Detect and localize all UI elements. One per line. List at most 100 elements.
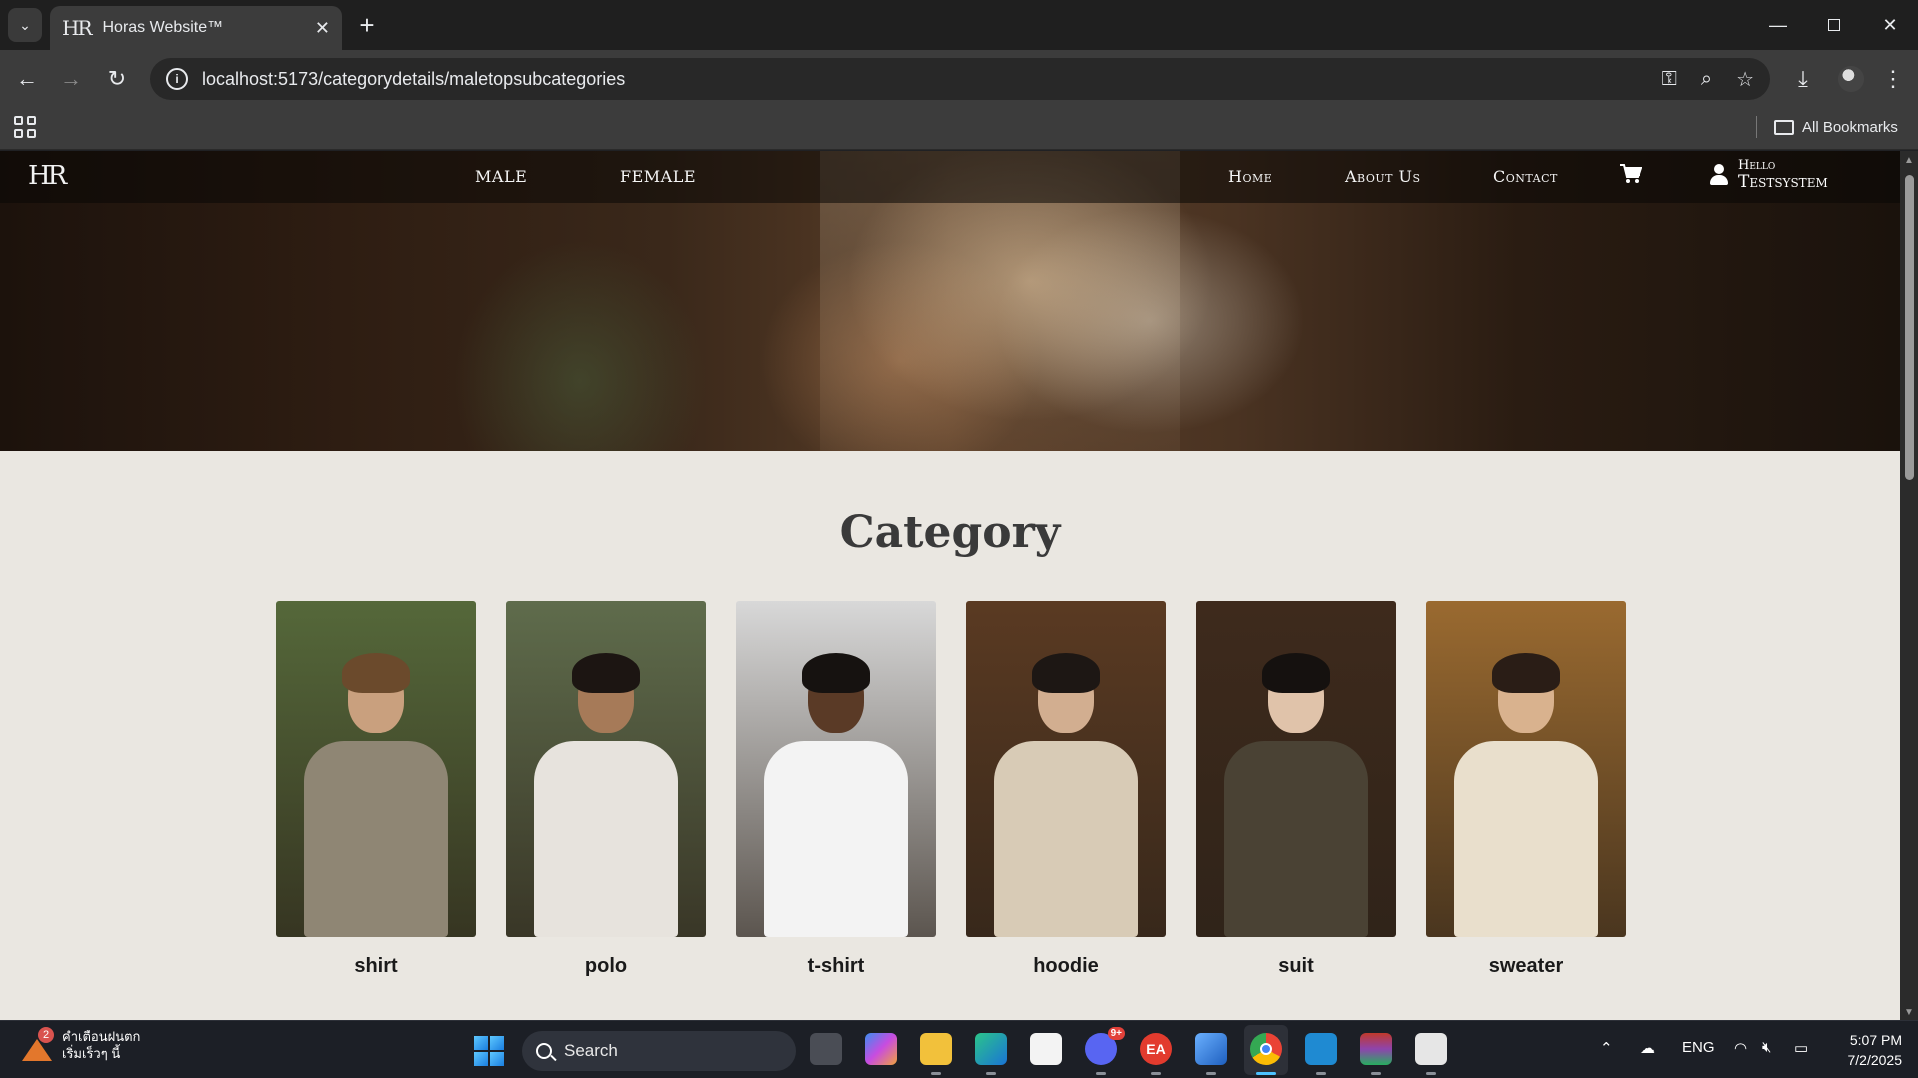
clock-time: 5:07 PM	[1849, 1032, 1902, 1048]
category-image[interactable]	[506, 601, 706, 937]
minimize-button[interactable]: —	[1750, 0, 1806, 50]
category-card[interactable]: t-shirt	[736, 601, 936, 978]
site-logo[interactable]: HR	[28, 161, 67, 191]
weather-line-2: เริ่มเร็วๆ นี้	[62, 1046, 121, 1061]
battery-icon[interactable]: ▭	[1794, 1039, 1808, 1057]
zoom-icon[interactable]: ⌕	[1701, 68, 1712, 91]
chrome-icon[interactable]	[1250, 1033, 1282, 1075]
page-scrollbar[interactable]: ▲ ▼	[1900, 151, 1918, 1020]
nav-link-female[interactable]: FEMALE	[620, 167, 696, 186]
chevron-up-icon[interactable]: ⌃	[1600, 1039, 1613, 1057]
scroll-down-icon[interactable]: ▼	[1903, 1007, 1915, 1018]
photos-icon[interactable]	[1195, 1033, 1227, 1075]
address-bar[interactable]: i localhost:5173/categorydetails/maletop…	[150, 58, 1770, 100]
edge-icon[interactable]	[975, 1033, 1007, 1075]
category-image[interactable]	[966, 601, 1166, 937]
tab-strip: ⌄ HR Horas Website™ ✕ + — ✕	[0, 0, 1918, 50]
key-icon[interactable]: ⚿	[1662, 68, 1677, 91]
forward-button[interactable]: →	[54, 62, 88, 96]
category-image[interactable]	[1196, 601, 1396, 937]
category-image[interactable]	[736, 601, 936, 937]
category-label[interactable]: t-shirt	[736, 955, 936, 978]
ea-label: EA	[1146, 1041, 1166, 1057]
model-figure	[1224, 741, 1368, 937]
nav-link-home[interactable]: Home	[1228, 167, 1272, 186]
snipping-tool-icon[interactable]	[1415, 1033, 1447, 1075]
profile-button[interactable]	[1834, 62, 1868, 96]
site-navbar: HR MALE FEMALE Home About Us Contact Hel…	[0, 151, 1900, 203]
weather-warning-icon: 2	[20, 1027, 54, 1063]
category-label[interactable]: sweater	[1426, 955, 1626, 978]
category-card[interactable]: suit	[1196, 601, 1396, 978]
model-hair	[1032, 653, 1100, 693]
more-vert-icon: ⋮	[1882, 66, 1904, 91]
category-card[interactable]: shirt	[276, 601, 476, 978]
menu-button[interactable]: ⋮	[1876, 62, 1910, 96]
speaker-muted-icon[interactable]: 🔇︎	[1762, 1039, 1771, 1056]
restore-button[interactable]	[1806, 0, 1862, 50]
download-icon: ⤓	[1798, 66, 1808, 91]
category-card[interactable]: sweater	[1426, 601, 1626, 978]
category-card[interactable]: hoodie	[966, 601, 1166, 978]
weather-widget[interactable]: 2 คำเตือนฝนตก เริ่มเร็วๆ นี้	[20, 1027, 141, 1063]
close-icon[interactable]: ✕	[315, 18, 330, 39]
category-grid: shirt polo t-shirt hoodie suit sweater	[276, 601, 1626, 978]
category-image[interactable]	[276, 601, 476, 937]
cloud-off-icon[interactable]: ☁	[1640, 1039, 1655, 1057]
ea-app-icon[interactable]: EA	[1140, 1033, 1172, 1075]
star-icon[interactable]: ☆	[1736, 67, 1754, 92]
model-figure	[1454, 741, 1598, 937]
file-explorer-icon[interactable]	[920, 1033, 952, 1075]
nav-link-male[interactable]: MALE	[475, 167, 527, 186]
minimize-icon: —	[1769, 14, 1787, 35]
arrow-right-icon: →	[60, 66, 82, 91]
weather-line-1: คำเตือนฝนตก	[62, 1029, 141, 1045]
system-clock[interactable]: 5:07 PM 7/2/2025	[1826, 1030, 1903, 1071]
tab-search-button[interactable]: ⌄	[8, 8, 42, 42]
copilot-icon[interactable]	[865, 1033, 897, 1065]
apps-grid-icon[interactable]	[14, 116, 36, 138]
site-info-icon[interactable]: i	[166, 68, 188, 90]
vscode-icon[interactable]	[1305, 1033, 1337, 1075]
task-view-icon[interactable]	[810, 1033, 842, 1065]
page-title: Category	[839, 507, 1061, 558]
back-button[interactable]: ←	[10, 62, 44, 96]
reload-button[interactable]: ↻	[100, 62, 134, 96]
nav-link-about-us[interactable]: About Us	[1345, 167, 1421, 186]
category-card[interactable]: polo	[506, 601, 706, 978]
scrollbar-thumb[interactable]	[1905, 175, 1914, 480]
url-text[interactable]: localhost:5173/categorydetails/maletopsu…	[202, 69, 625, 90]
reload-icon: ↻	[107, 66, 127, 91]
taskbar-search-label: Search	[564, 1041, 618, 1060]
nav-link-contact[interactable]: Contact	[1493, 167, 1558, 186]
scroll-up-icon[interactable]: ▲	[1903, 155, 1915, 166]
cart-icon[interactable]	[1620, 164, 1642, 184]
new-tab-button[interactable]: +	[352, 10, 382, 40]
bookmarks-divider	[1756, 116, 1757, 138]
close-window-button[interactable]: ✕	[1862, 0, 1918, 50]
hero-banner: HR MALE FEMALE Home About Us Contact Hel…	[0, 151, 1900, 451]
model-figure	[304, 741, 448, 937]
start-button[interactable]	[474, 1036, 504, 1066]
user-name: Testsystem	[1738, 172, 1828, 192]
user-menu[interactable]: Hello Testsystem	[1710, 159, 1828, 191]
category-label[interactable]: suit	[1196, 955, 1396, 978]
category-label[interactable]: polo	[506, 955, 706, 978]
model-figure	[764, 741, 908, 937]
all-bookmarks-button[interactable]: All Bookmarks	[1774, 114, 1898, 140]
tab-title: Horas Website™	[102, 19, 224, 36]
discord-icon[interactable]: 9+	[1085, 1027, 1125, 1075]
wifi-icon[interactable]: ◠	[1734, 1039, 1747, 1057]
downloads-button[interactable]: ⤓	[1786, 62, 1820, 96]
taskbar-search[interactable]: Search	[522, 1031, 796, 1071]
category-label[interactable]: hoodie	[966, 955, 1166, 978]
user-greeting: Hello	[1738, 158, 1776, 173]
winrar-icon[interactable]	[1360, 1033, 1392, 1075]
ms-store-icon[interactable]	[1030, 1033, 1062, 1065]
category-image[interactable]	[1426, 601, 1626, 937]
category-label[interactable]: shirt	[276, 955, 476, 978]
tab-active[interactable]: HR Horas Website™ ✕	[50, 6, 342, 50]
language-indicator[interactable]: ENG	[1682, 1039, 1715, 1056]
site-favicon-icon: HR	[62, 16, 92, 40]
discord-badge: 9+	[1107, 1027, 1125, 1040]
